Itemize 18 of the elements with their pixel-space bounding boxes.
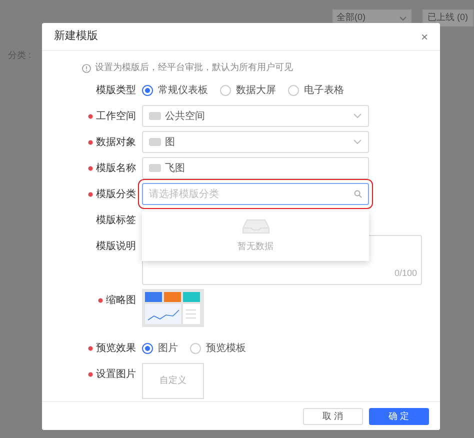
select-value: 公共空间 [165,110,205,124]
field-label: 模版分类 [88,186,136,202]
field-label: 预览效果 [88,340,136,356]
info-text: 设置为模版后，经平台审批，默认为所有用户可见 [95,61,293,74]
character-counter: 0/100 [394,266,417,280]
field-label: 模版标签 [95,214,136,228]
field-value: 飞图 [165,162,185,176]
dialog-title: 新建模版 [54,28,98,44]
field-label: 设置图片 [88,366,136,382]
field-label: 数据对象 [88,134,136,150]
placeholder-text: 请选择模版分类 [149,188,219,202]
field-label: 模版名称 [88,160,136,176]
field-label: 工作空间 [88,108,136,124]
field-label: 模版说明 [95,240,136,254]
select-value: 图 [165,136,175,150]
field-label: 缩略图 [98,292,136,308]
field-label: 模版类型 [95,84,136,98]
empty-text: 暂无数据 [238,240,274,254]
